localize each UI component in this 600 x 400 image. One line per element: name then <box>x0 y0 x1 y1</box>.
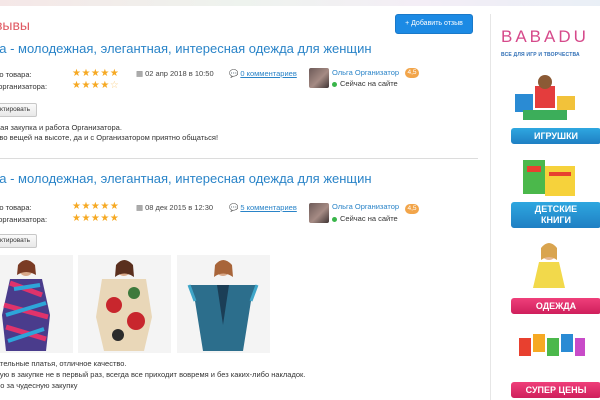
review-photo[interactable] <box>0 255 73 353</box>
review-photo[interactable] <box>78 255 171 353</box>
review-text-line: ательные платья, отличное качество. <box>0 359 127 368</box>
star-empty-icon: ☆ <box>109 80 120 91</box>
promo-toys-button[interactable]: ИГРУШКИ <box>511 128 600 144</box>
author-rating-badge: 4,5 <box>405 68 419 78</box>
logo-tagline: ВСЕ ДЛЯ ИГР И ТВОРЧЕСТВА <box>501 52 580 58</box>
review-text-line: бо за чудесную закупку <box>0 381 78 390</box>
calendar-icon: ▦ <box>136 203 144 212</box>
review-title[interactable]: La - молодежная, элегантная, интересная … <box>0 171 372 186</box>
organizer-label: а организатора: <box>0 215 48 224</box>
avatar[interactable] <box>309 68 329 88</box>
dress-image <box>96 260 152 351</box>
promo-books-button[interactable]: ДЕТСКИЕ КНИГИ <box>511 202 600 228</box>
review-date: ▦ 08 дек 2015 в 12:30 <box>136 203 213 212</box>
promo-clothes[interactable]: ОДЕЖДА <box>499 240 600 320</box>
comments-link-text[interactable]: 0 комментариев <box>240 69 296 78</box>
toys-image <box>515 75 575 120</box>
star-icon: ★★★★★ <box>72 201 120 212</box>
add-review-button[interactable]: + Добавить отзыв <box>395 14 473 34</box>
promo-clothes-button[interactable]: ОДЕЖДА <box>511 298 600 314</box>
page-title: зывы <box>0 17 30 33</box>
review-text-line: ная закупка и работа Организатора. <box>0 123 122 132</box>
review-title[interactable]: La - молодежная, элегантная, интересная … <box>0 41 372 56</box>
author-name[interactable]: Ольга Организатор <box>332 68 399 77</box>
online-status: Сейчас на сайте <box>332 214 398 223</box>
star-icon: ★★★★ <box>72 80 110 91</box>
quality-label: тво товара: <box>0 203 32 212</box>
comments-link[interactable]: 💬 5 комментариев <box>229 203 297 212</box>
online-dot-icon <box>332 216 337 222</box>
quality-stars: ★★★★★ <box>72 69 119 79</box>
quality-label: тво товара: <box>0 70 32 79</box>
sidebar-ads: BABADU ВСЕ ДЛЯ ИГР И ТВОРЧЕСТВА ИГРУШКИ … <box>490 14 600 400</box>
organizer-label: а организатора: <box>0 82 48 91</box>
star-icon: ★★★★★ <box>72 213 120 224</box>
edit-review-button[interactable]: ктировать <box>0 234 37 248</box>
quality-stars: ★★★★★ <box>72 202 119 212</box>
promo-super-prices[interactable]: СУПЕР ЦЕНЫ <box>499 324 600 400</box>
promo-super-prices-button[interactable]: СУПЕР ЦЕНЫ <box>511 382 600 398</box>
online-status: Сейчас на сайте <box>332 79 398 88</box>
organizer-stars: ★★★★☆ <box>72 81 119 91</box>
review-text-line: вую в закупке не в первый раз, всегда вс… <box>0 370 306 379</box>
author-name[interactable]: Ольга Организатор <box>332 202 399 211</box>
girl-image <box>533 243 565 288</box>
promo-books-label-line-1: ДЕТСКИЕ <box>534 204 578 214</box>
review-photo[interactable] <box>177 255 270 353</box>
comments-link[interactable]: 💬 0 комментариев <box>229 69 297 78</box>
comment-icon: 💬 <box>229 203 239 212</box>
edit-review-button[interactable]: ктировать <box>0 103 37 117</box>
online-status-text: Сейчас на сайте <box>340 79 398 88</box>
review-date-text: 08 дек 2015 в 12:30 <box>145 203 214 212</box>
review-date-text: 02 апр 2018 в 10:50 <box>145 69 214 78</box>
organizer-stars: ★★★★★ <box>72 214 119 224</box>
comment-icon: 💬 <box>229 69 239 78</box>
avatar[interactable] <box>309 203 329 223</box>
calendar-icon: ▦ <box>136 69 144 78</box>
review-date: ▦ 02 апр 2018 в 10:50 <box>136 69 214 78</box>
babadu-logo[interactable]: BABADU <box>501 27 589 47</box>
promo-toys[interactable]: ИГРУШКИ <box>499 72 600 152</box>
dress-image <box>2 260 50 351</box>
promo-books[interactable]: ДЕТСКИЕ КНИГИ <box>499 156 600 236</box>
online-dot-icon <box>332 81 337 87</box>
reviews-section: зывы + Добавить отзыв La - молодежная, э… <box>0 6 478 400</box>
dress-image <box>187 260 259 351</box>
review-text-line: тво вещей на высоте, да и с Организаторо… <box>0 133 219 142</box>
comments-link-text[interactable]: 5 комментариев <box>240 203 296 212</box>
promo-books-label-line-2: КНИГИ <box>540 215 572 225</box>
review-divider <box>0 158 478 159</box>
sale-tags-image <box>519 334 585 356</box>
star-icon: ★★★★★ <box>72 68 120 79</box>
author-rating-badge: 4,5 <box>405 204 419 214</box>
online-status-text: Сейчас на сайте <box>340 214 398 223</box>
